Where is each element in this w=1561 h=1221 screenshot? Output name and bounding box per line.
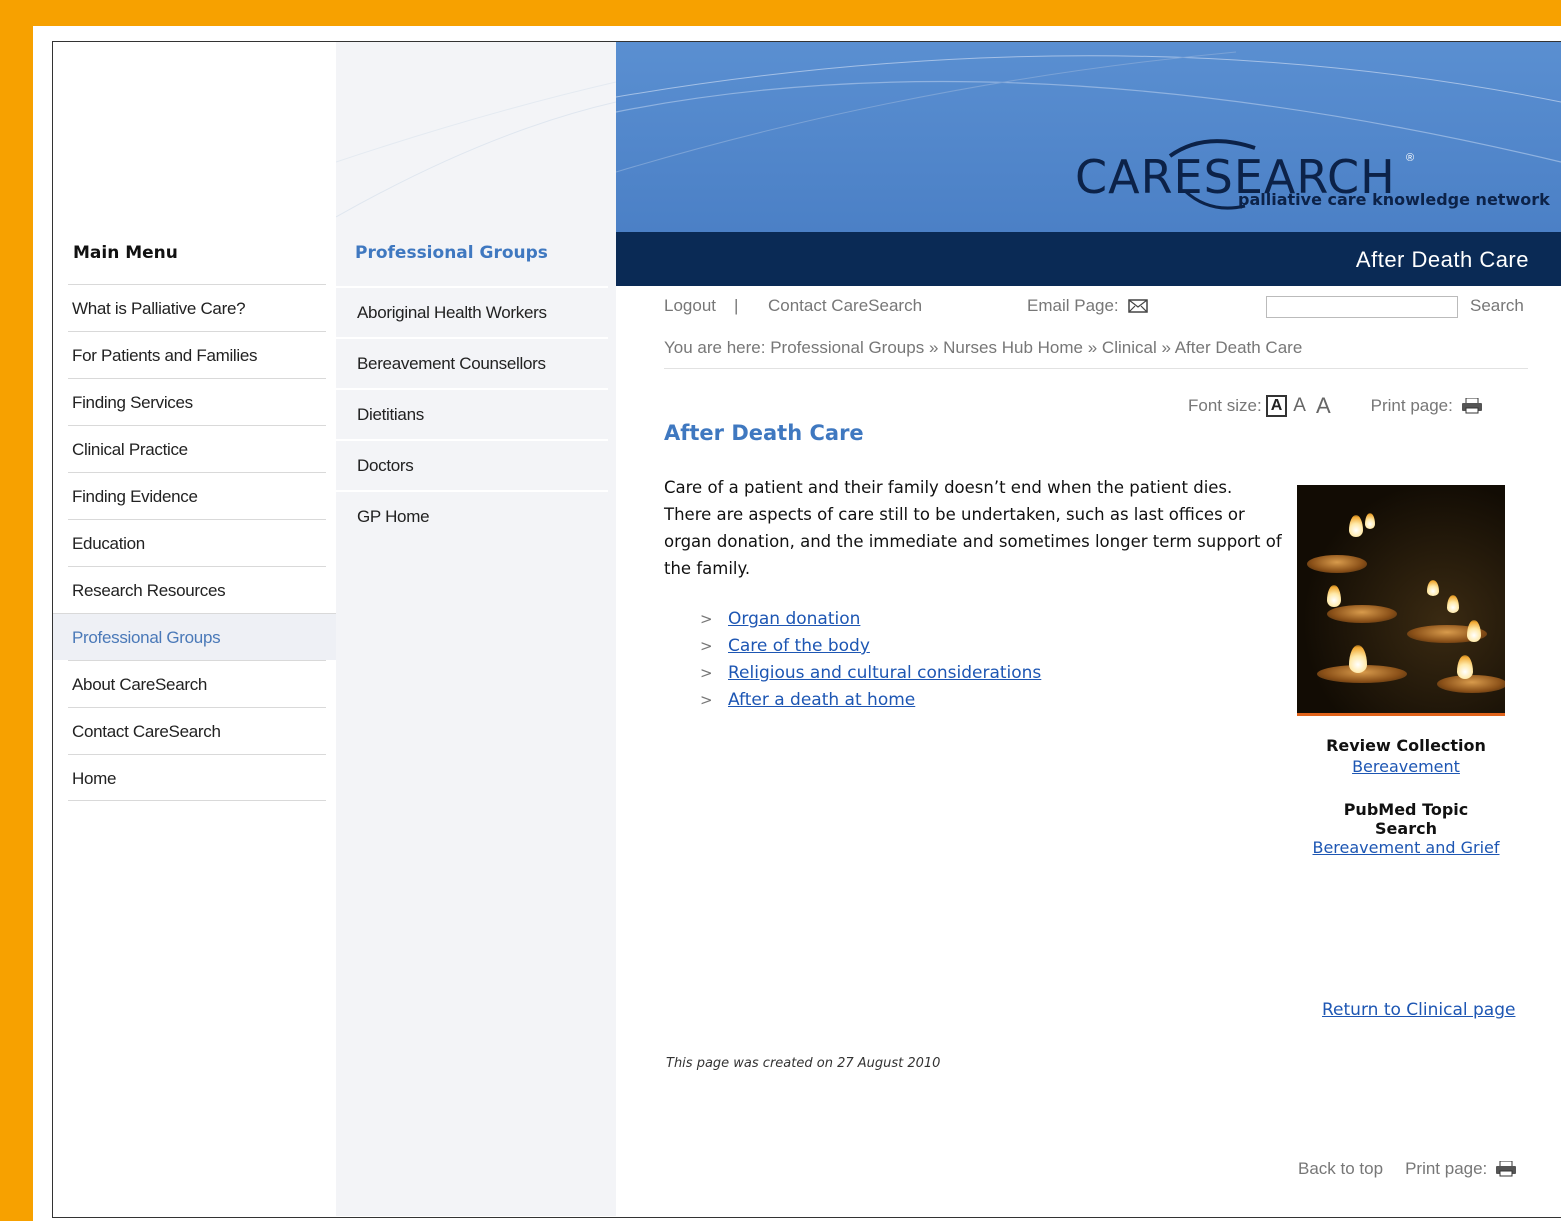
sub-menu-item-dietitians[interactable]: Dietitians [336,388,608,439]
bullet-arrow: > [700,637,713,655]
pubmed-heading-line2: Search [1375,819,1437,838]
list-item: > Organ donation [700,606,1041,633]
topic-link-list: > Organ donation > Care of the body > Re… [700,606,1041,714]
main-menu-item-finding-services[interactable]: Finding Services [68,378,326,425]
bereavement-grief-search-link[interactable]: Bereavement and Grief [1312,838,1499,857]
main-menu-item-contact-caresearch[interactable]: Contact CareSearch [68,707,326,754]
candle-flame [1365,513,1375,529]
sub-menu-item-doctors[interactable]: Doctors [336,439,608,490]
breadcrumb-prefix: You are here: [664,338,766,357]
candle-flame [1447,595,1459,613]
main-menu-item-finding-evidence[interactable]: Finding Evidence [68,472,326,519]
search-input[interactable] [1266,296,1458,318]
bullet-arrow: > [700,691,713,709]
sub-menu-heading: Professional Groups [355,243,548,263]
main-menu-item-home[interactable]: Home [68,754,326,801]
registered-mark: ® [1406,152,1415,164]
candle-cup [1437,675,1505,693]
candle-flame [1427,580,1439,596]
return-to-clinical-link[interactable]: Return to Clinical page [1322,1000,1515,1020]
main-menu: What is Palliative Care? For Patients an… [53,284,336,801]
review-collection-heading: Review Collection [1326,736,1486,755]
main-menu-heading: Main Menu [73,243,178,263]
back-to-top-link[interactable]: Back to top [1298,1159,1383,1179]
candle-flame [1467,620,1481,642]
envelope-icon[interactable] [1128,299,1148,313]
candle-flame [1457,655,1473,679]
breadcrumb-item-clinical[interactable]: Clinical [1102,338,1157,357]
breadcrumb-item-nurses-hub-home[interactable]: Nurses Hub Home [943,338,1083,357]
bereavement-review-link[interactable]: Bereavement [1352,757,1460,776]
intro-paragraph: Care of a patient and their family doesn… [664,478,1282,578]
care-of-the-body-link[interactable]: Care of the body [728,633,870,660]
candle-flame [1327,585,1341,607]
page-created-note: This page was created on 27 August 2010 [666,1056,941,1071]
right-sidebar: Review Collection Bereavement PubMed Top… [1297,485,1515,857]
candle-cup [1307,555,1367,573]
page-title: After Death Care [664,421,864,445]
breadcrumb-item-current: After Death Care [1174,338,1303,357]
breadcrumb-separator: » [1087,338,1098,357]
search-button[interactable]: Search [1470,296,1524,316]
printer-icon[interactable] [1461,398,1483,414]
font-size-medium-button[interactable]: A [1293,395,1306,417]
list-item: > Care of the body [700,633,1041,660]
pubmed-heading-line1: PubMed Topic [1343,800,1469,819]
font-size-large-button[interactable]: A [1316,393,1331,419]
font-size-small-button[interactable]: A [1265,395,1288,417]
breadcrumb-separator: » [1161,338,1171,357]
printer-icon[interactable] [1495,1161,1517,1177]
breadcrumb: You are here: Professional Groups » Nurs… [664,338,1528,369]
main-menu-item-clinical-practice[interactable]: Clinical Practice [68,425,326,472]
main-menu-item-education[interactable]: Education [68,519,326,566]
list-item: > After a death at home [700,687,1041,714]
candles-image [1297,485,1505,716]
candle-cup [1327,605,1397,623]
sub-menu-item-bereavement-counsellors[interactable]: Bereavement Counsellors [336,337,608,388]
bullet-arrow: > [700,610,713,628]
logout-link[interactable]: Logout [664,296,716,316]
death-at-home-link[interactable]: After a death at home [728,687,915,714]
contact-caresearch-link[interactable]: Contact CareSearch [768,296,922,316]
utility-toolbar: Logout | Contact CareSearch Email Page: … [664,296,1528,320]
sub-menu-item-aboriginal-health-workers[interactable]: Aboriginal Health Workers [336,286,608,337]
breadcrumb-item-professional-groups[interactable]: Professional Groups [770,338,924,357]
page-footer: Back to top Print page: [1298,1159,1517,1179]
section-title-bar: After Death Care [616,232,1561,286]
logo-tagline: palliative care knowledge network [1238,190,1550,209]
print-page-label[interactable]: Print page: [1371,396,1453,416]
section-title: After Death Care [1355,247,1529,272]
main-menu-item-professional-groups[interactable]: Professional Groups [53,613,336,660]
email-page-label[interactable]: Email Page: [1027,296,1119,316]
religious-cultural-link[interactable]: Religious and cultural considerations [728,660,1041,687]
bullet-arrow: > [700,664,713,682]
sub-menu: Aboriginal Health Workers Bereavement Co… [336,286,608,541]
main-menu-item-about-caresearch[interactable]: About CareSearch [68,660,326,707]
font-size-control: Font size: A A A Print page: [1188,393,1483,419]
breadcrumb-separator: » [928,338,939,357]
footer-print-page-label[interactable]: Print page: [1405,1159,1487,1179]
main-menu-item-patients-families[interactable]: For Patients and Families [68,331,326,378]
candle-flame [1349,515,1363,537]
main-menu-item-research-resources[interactable]: Research Resources [68,566,326,613]
list-item: > Religious and cultural considerations [700,660,1041,687]
toolbar-separator: | [734,296,739,315]
main-menu-item-what-is-palliative-care[interactable]: What is Palliative Care? [68,284,326,331]
font-size-label: Font size: [1188,396,1262,415]
organ-donation-link[interactable]: Organ donation [728,606,860,633]
sub-menu-item-gp-home[interactable]: GP Home [336,490,608,541]
candle-flame [1349,645,1367,673]
